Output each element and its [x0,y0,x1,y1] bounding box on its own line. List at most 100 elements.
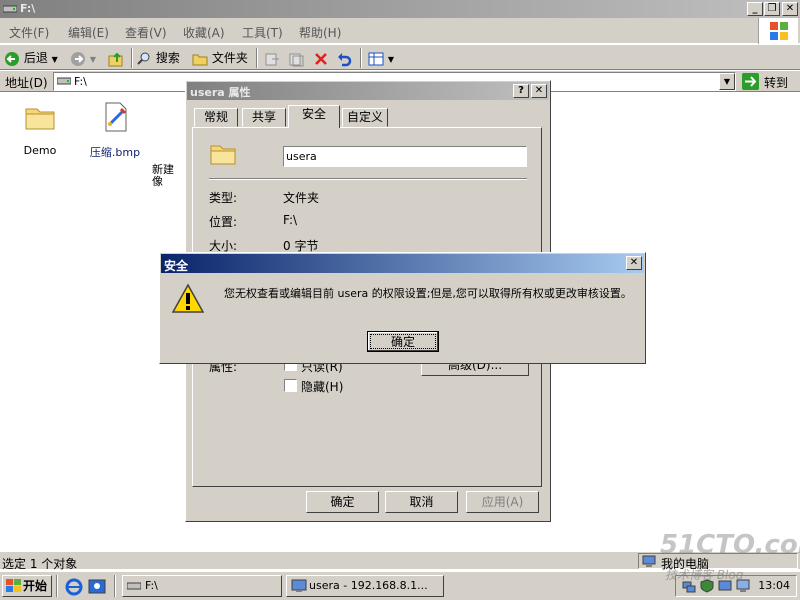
show-desktop-icon[interactable] [88,578,106,596]
apply-button[interactable]: 应用(A) [466,491,539,513]
up-folder-icon [108,52,123,66]
file-item-new[interactable]: 新建 像 [152,101,186,214]
name-value: usera [286,150,317,163]
move-to-icon [265,53,279,65]
ok-button[interactable]: 确定 [306,491,379,513]
tab-sharing[interactable]: 共享 [242,108,286,127]
menu-view[interactable]: 查看(V) [125,24,167,41]
back-arrow-icon [5,51,19,66]
menu-tools[interactable]: 工具(T) [242,24,283,41]
tab-security[interactable]: 安全 [288,105,340,128]
windows-flag-icon [6,579,21,592]
close-button[interactable]: ✕ [531,84,547,98]
properties-title: usera 属性 [190,86,251,99]
help-button[interactable]: ? [513,84,529,98]
search-label: 搜索 [155,51,180,65]
menu-edit[interactable]: 编辑(E) [68,24,109,41]
task-label: F:\ [145,579,158,592]
location-label: 位置: [209,215,238,229]
type-label: 类型: [209,191,238,205]
folder-icon [25,108,55,130]
close-button[interactable]: ✕ [782,2,798,16]
menu-bar: 文件(F) 编辑(E) 查看(V) 收藏(A) 工具(T) 帮助(H) [0,18,800,44]
address-value: F:\ [74,75,87,88]
menu-file[interactable]: 文件(F) [9,24,49,41]
back-button[interactable]: 后退 ▼ [4,48,66,68]
file-item-demo[interactable]: Demo [10,101,70,157]
start-label: 开始 [23,579,48,593]
drive-icon [127,582,141,590]
drive-icon [3,5,17,13]
back-dropdown-icon[interactable]: ▼ [52,55,58,64]
search-icon [137,52,150,65]
alert-message: 您无权查看或编辑目前 usera 的权限设置;但是,您可以取得所有权或更改审核设… [224,287,632,300]
task-label: usera - 192.168.8.1... [309,579,428,592]
copy-to-button[interactable] [288,48,306,68]
go-button[interactable]: 转到 [742,72,792,91]
folders-icon [192,54,208,65]
forward-arrow-icon [71,51,85,66]
properties-title-bar[interactable]: usera 属性 ? ✕ [187,82,549,100]
drive-icon [57,77,71,85]
go-arrow-icon [742,73,759,90]
image-icon [185,115,186,145]
remote-desktop-icon [291,579,307,592]
watermark-logo: 51CTO.com [660,530,800,560]
back-label: 后退 [23,51,48,65]
file-name: 新建 像 [152,163,174,188]
cancel-button[interactable]: 取消 [385,491,458,513]
location-value: F:\ [283,213,298,227]
views-button[interactable]: ▼ [368,48,394,68]
toolbar-separator [131,48,133,68]
taskbar-separator [114,575,116,597]
forward-button[interactable]: ▼ [70,48,104,68]
views-grid-icon [368,52,384,65]
hidden-checkbox[interactable] [284,379,297,392]
toolbar-separator [360,48,362,68]
delete-button[interactable] [313,48,331,68]
close-button[interactable]: ✕ [626,256,642,270]
move-to-button[interactable] [264,48,282,68]
tab-customize[interactable]: 自定义 [342,108,388,127]
search-button[interactable]: 搜索 [136,48,184,68]
file-item-bmp[interactable]: 压缩.bmp [84,101,146,160]
undo-button[interactable] [336,48,354,68]
folders-button[interactable]: 文件夹 [192,48,250,68]
alert-title: 安全 [164,259,189,273]
go-label: 转到 [764,76,789,90]
hidden-label: 隐藏(H) [301,380,344,394]
start-button[interactable]: 开始 [2,575,52,597]
up-folder-button[interactable] [108,48,128,68]
type-value: 文件夹 [283,191,320,205]
window-title-bar[interactable]: F:\ _ ❐ ✕ [0,0,800,18]
menu-help[interactable]: 帮助(H) [299,24,341,41]
maximize-button[interactable]: ❐ [764,2,780,16]
minimize-button[interactable]: _ [747,2,763,16]
security-alert-dialog: 安全 ✕ 您无权查看或编辑目前 usera 的权限设置;但是,您可以取得所有权或… [159,252,646,364]
task-explorer-button[interactable]: F:\ [122,575,282,597]
clock: 13:04 [758,579,790,592]
address-label: 地址(D) [5,76,48,90]
file-name: Demo [23,144,57,157]
toolbar-separator [256,48,258,68]
copy-to-icon [289,53,304,66]
watermark-subtitle: 技术博客 Blog [665,568,744,582]
ie-icon[interactable] [65,578,83,596]
folder-icon [210,145,236,165]
windows-logo-icon [758,18,798,44]
name-input[interactable]: usera [283,146,527,167]
undo-icon [338,52,352,66]
menu-favorites[interactable]: 收藏(A) [183,24,225,41]
task-properties-button[interactable]: usera - 192.168.8.1... [286,575,444,597]
window-title: F:\ [20,2,36,15]
bitmap-icon [105,102,127,132]
alert-ok-button[interactable]: 确定 [367,331,439,352]
address-dropdown-button[interactable]: ▼ [719,73,735,90]
toolbar: 后退 ▼ ▼ 搜索 文件夹 ▼ [0,44,800,70]
alert-title-bar[interactable]: 安全 ✕ [161,254,644,273]
tab-general[interactable]: 常规 [194,108,238,127]
divider [209,178,527,180]
file-name: 压缩.bmp [89,146,141,159]
taskbar-separator [56,575,58,597]
warning-icon [172,283,204,313]
